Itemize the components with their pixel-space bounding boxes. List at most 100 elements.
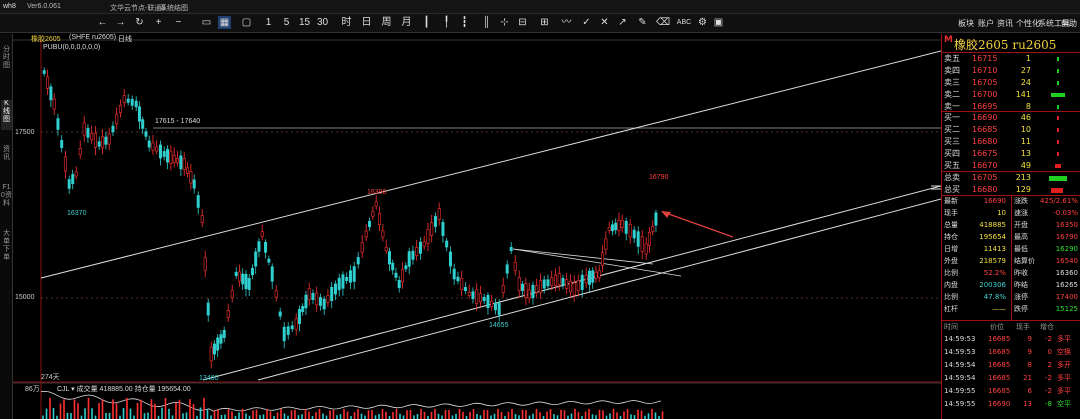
asks-row[interactable]: 卖一 16695 8 [942,101,1080,112]
asks-price[interactable]: 16695 [972,101,997,112]
pen-icon[interactable]: ✎ [636,16,649,29]
cross-icon[interactable]: ✕ [598,16,611,29]
asks-price[interactable]: 16700 [972,89,997,100]
candle-body [301,306,305,312]
split-icon[interactable]: ⊟ [516,16,529,29]
candle-body [274,290,278,298]
period-hour-icon[interactable]: 时 [340,16,353,29]
eraser-icon[interactable]: ⌫ [656,16,670,29]
asks-volume: 8 [1025,102,1031,111]
tab-kline[interactable]: K线图 [1,100,12,130]
period-15-icon[interactable]: 15 [298,16,311,29]
refresh-icon[interactable]: ↻ [133,16,146,29]
zoom-out-icon[interactable]: − [172,16,185,29]
menu-news[interactable]: 资讯 [997,18,1013,29]
candle-body [387,251,391,265]
kline-chart[interactable]: 橡胶2605 (SHFE ru2605) 日线 PUBU(0,0,0,0,0,0… [13,34,941,419]
menu-personalize[interactable]: 个性化 [1016,18,1040,29]
bids-price[interactable]: 16680 [972,136,997,147]
candle-body [614,222,618,231]
candle-body [82,122,86,136]
asks-price[interactable]: 16705 [972,77,997,88]
candle-body [93,132,97,148]
candle-body [118,104,122,114]
totals-price[interactable]: 16705 [972,172,997,183]
server-node-menu[interactable]: 文华云节点-联通3 [110,3,165,13]
candle-body [360,242,364,253]
period-month-icon[interactable]: 月 [400,16,413,29]
period-5-icon[interactable]: 5 [280,16,293,29]
bars-icon[interactable]: ║ [480,16,493,29]
zoom-in-icon[interactable]: + [152,16,165,29]
candle-body [591,270,595,283]
asks-row[interactable]: 卖三 16705 24 [942,77,1080,88]
candle-body [315,292,319,306]
cursor-icon[interactable]: ⊹ [498,16,511,29]
bids-price[interactable]: 16685 [972,124,997,135]
bids-price[interactable]: 16675 [972,148,997,159]
candle-body [290,325,294,330]
channel-lower-line [257,198,941,381]
monitor-icon[interactable]: ▭ [200,16,213,29]
candle-icon[interactable]: ┃ [420,16,433,29]
totals-price[interactable]: 16680 [972,184,997,195]
bids-volume: 11 [1020,137,1031,146]
trade-change: -2 [1045,335,1052,343]
settings-icon[interactable]: ⚙ [696,16,709,29]
bar-icon[interactable]: ┇ [458,16,471,29]
bids-label: 买一 [944,113,960,122]
trade-price: 16685 [988,374,1011,382]
system-chart-menu[interactable]: 系统结图 [160,3,188,13]
period-30-icon[interactable]: 30 [316,16,329,29]
tab-news[interactable]: 资讯 [1,146,12,176]
grid-icon[interactable]: ▦ [218,16,231,29]
bids-row[interactable]: 买二 16685 10 [942,124,1080,135]
arrow-right-icon[interactable]: → [114,16,127,29]
window-icon[interactable]: ▢ [240,16,253,29]
quote-value: 218579 [979,257,1006,265]
arrow-left-icon[interactable]: ← [96,16,109,29]
trend-icon[interactable]: ↗ [616,16,629,29]
asks-label: 卖二 [944,90,960,99]
candle-body [448,251,452,267]
candle-2-icon[interactable]: ╿ [440,16,453,29]
period-1-icon[interactable]: 1 [262,16,275,29]
period-week-icon[interactable]: 周 [380,16,393,29]
candle-body [493,302,497,311]
abc-icon[interactable]: ABC [676,16,692,29]
line-icon[interactable]: 〰 [560,16,573,29]
asks-row[interactable]: 卖五 16715 1 [942,53,1080,64]
quote-value-2: 425/2.61% [1040,197,1078,205]
asks-price[interactable]: 16715 [972,53,997,64]
candle-body [426,229,430,244]
candle-body [572,282,576,296]
tab-order[interactable]: 大单下单 [1,230,12,270]
candle-body [418,241,422,254]
contract-title: 橡胶2605 ru2605 [954,38,1057,52]
bids-price[interactable]: 16670 [972,160,997,171]
alert-icon[interactable]: ▣ [712,16,725,29]
tick-icon[interactable]: ✓ [580,16,593,29]
tab-f10[interactable]: F10资料 [1,184,12,224]
menu-sector[interactable]: 板块 [958,18,974,29]
asks-volume: 1 [1025,54,1031,63]
bids-price[interactable]: 16690 [972,112,997,123]
bids-row[interactable]: 买三 16680 11 [942,136,1080,147]
period-day-icon[interactable]: 日 [360,16,373,29]
quote-label: 杠杆 [944,305,958,313]
menu-account[interactable]: 账户 [978,18,994,29]
bids-row[interactable]: 买一 16690 46 [942,112,1080,123]
asks-price[interactable]: 16710 [972,65,997,76]
candle-body [632,229,636,239]
resistance-label: 17615 - 17640 [155,118,201,125]
period-selector[interactable]: 日线 [118,34,132,44]
quote-label-2: 开盘 [1014,221,1028,229]
asks-row[interactable]: 卖四 16710 27 [942,65,1080,76]
tab-timeshare[interactable]: 分时图 [1,46,12,86]
candle-body [521,283,525,291]
candle-body [209,346,213,362]
bids-row[interactable]: 买四 16675 13 [942,148,1080,159]
candle-body [247,278,251,290]
menu-help[interactable]: 帮助 [1061,18,1077,29]
grid-2-icon[interactable]: ⊞ [538,16,551,29]
